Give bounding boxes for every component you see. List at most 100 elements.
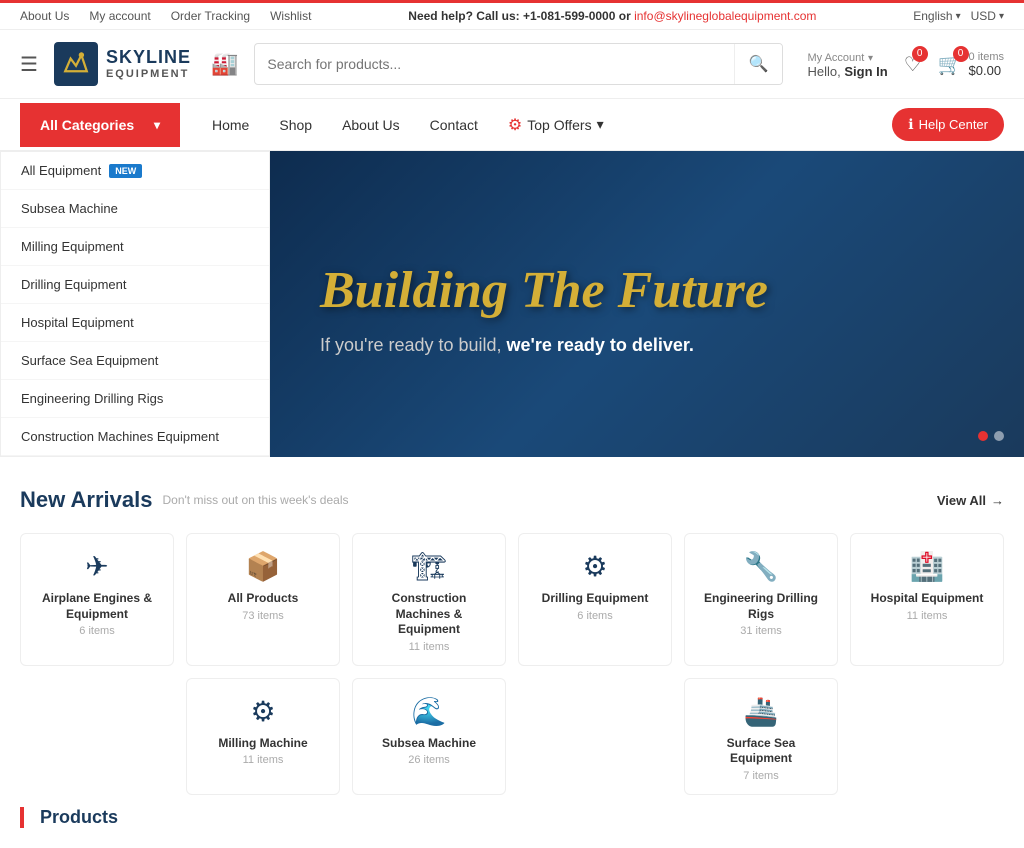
category-item-all-equipment[interactable]: All Equipment NEW	[1, 152, 269, 190]
brand-name: SKYLINE	[106, 48, 191, 68]
brand-sub: EQUIPMENT	[106, 68, 191, 80]
card-hospital[interactable]: 🏥 Hospital Equipment 11 items	[850, 533, 1004, 666]
banner-subtitle: If you're ready to build, we're ready to…	[320, 335, 974, 356]
category-surface-sea-label: Surface Sea Equipment	[21, 353, 158, 368]
card-airplane-engines[interactable]: ✈ Airplane Engines & Equipment 6 items	[20, 533, 174, 666]
content-area: All Equipment NEW Subsea Machine Milling…	[0, 151, 1024, 457]
card-construction[interactable]: 🏗 Construction Machines & Equipment 11 i…	[352, 533, 506, 666]
construction-icon: 🏗	[363, 550, 495, 583]
card-title-drilling: Drilling Equipment	[529, 591, 661, 607]
category-item-milling[interactable]: Milling Equipment	[1, 228, 269, 266]
help-center-button[interactable]: ℹ Help Center	[892, 108, 1004, 141]
top-bar: About Us My account Order Tracking Wishl…	[0, 3, 1024, 30]
currency-selector[interactable]: USD	[971, 9, 1004, 23]
view-all-arrow: →	[991, 493, 1004, 508]
card-title-surface-sea: Surface Sea Equipment	[695, 736, 827, 767]
category-item-hospital[interactable]: Hospital Equipment	[1, 304, 269, 342]
all-categories-button[interactable]: All Categories ▾	[20, 103, 180, 147]
category-hospital-label: Hospital Equipment	[21, 315, 134, 330]
hamburger-menu[interactable]: ☰	[20, 52, 38, 77]
cart-button[interactable]: 🛒 0 0 items $0.00	[938, 51, 1004, 78]
nav-about[interactable]: About Us	[330, 103, 412, 147]
card-count-engineering: 31 items	[695, 625, 827, 637]
nav-shop[interactable]: Shop	[267, 103, 324, 147]
category-cards-row2: ⚙ Milling Machine 11 items 🌊 Subsea Mach…	[20, 678, 1004, 795]
main-nav: Home Shop About Us Contact ⚙ Top Offers …	[180, 101, 892, 149]
hello-label: Hello,	[807, 64, 840, 79]
my-account-link[interactable]: My account	[89, 9, 150, 23]
card-count-airplane: 6 items	[31, 625, 163, 637]
new-badge: NEW	[109, 164, 142, 178]
category-item-engineering-drilling[interactable]: Engineering Drilling Rigs	[1, 380, 269, 418]
order-tracking-link[interactable]: Order Tracking	[171, 9, 250, 23]
all-categories-label: All Categories	[40, 117, 134, 133]
about-us-link[interactable]: About Us	[20, 9, 69, 23]
search-button[interactable]: 🔍	[734, 43, 783, 85]
banner-title: Building The Future	[320, 262, 974, 319]
card-count-milling: 11 items	[197, 754, 329, 766]
category-item-construction[interactable]: Construction Machines Equipment	[1, 418, 269, 456]
logo-icon	[54, 42, 98, 86]
view-all-button[interactable]: View All →	[937, 493, 1004, 508]
language-selector[interactable]: English	[913, 9, 960, 23]
wishlist-button[interactable]: ♡ 0	[904, 52, 922, 77]
cart-icon-wrap: 🛒 0	[938, 52, 963, 77]
search-input[interactable]	[255, 56, 733, 72]
surface-sea-icon: 🚢	[695, 695, 827, 728]
category-item-surface-sea[interactable]: Surface Sea Equipment	[1, 342, 269, 380]
banner-dot-1[interactable]	[978, 431, 988, 441]
card-count-hospital: 11 items	[861, 610, 993, 622]
category-item-subsea[interactable]: Subsea Machine	[1, 190, 269, 228]
top-offers-arrow: ▾	[597, 116, 604, 133]
sign-in-link[interactable]: Sign In	[844, 64, 887, 79]
category-construction-label: Construction Machines Equipment	[21, 429, 219, 444]
new-arrivals-title: New Arrivals	[20, 487, 152, 513]
my-account-section[interactable]: My Account ▾ Hello, Sign In	[807, 49, 887, 79]
nav-top-offers[interactable]: ⚙ Top Offers ▾	[496, 101, 616, 149]
card-subsea[interactable]: 🌊 Subsea Machine 26 items	[352, 678, 506, 795]
my-account-label: My Account	[807, 52, 864, 64]
drilling-icon: ⚙	[529, 550, 661, 583]
warehouse-icon[interactable]: 🏭	[211, 51, 238, 77]
logo[interactable]: SKYLINE EQUIPMENT	[54, 42, 191, 86]
card-count-all-products: 73 items	[197, 610, 329, 622]
contact-info: Need help? Call us: +1-081-599-0000 or i…	[408, 9, 816, 23]
products-label: Products	[40, 807, 118, 827]
card-all-products[interactable]: 📦 All Products 73 items	[186, 533, 340, 666]
search-bar: 🔍	[254, 43, 783, 85]
nav-bar: All Categories ▾ Home Shop About Us Cont…	[0, 99, 1024, 151]
products-icon: 📦	[197, 550, 329, 583]
category-item-drilling[interactable]: Drilling Equipment	[1, 266, 269, 304]
currency-label: USD	[971, 9, 996, 23]
logo-text: SKYLINE EQUIPMENT	[106, 48, 191, 80]
cart-total: 0 items $0.00	[969, 51, 1004, 78]
card-count-surface-sea: 7 items	[695, 770, 827, 782]
section-title-wrap: New Arrivals Don't miss out on this week…	[20, 487, 348, 513]
card-count-drilling: 6 items	[529, 610, 661, 622]
nav-contact[interactable]: Contact	[418, 103, 490, 147]
cart-items-label: 0 items	[969, 51, 1004, 63]
products-section: Products	[20, 807, 1004, 828]
banner-dot-2[interactable]	[994, 431, 1004, 441]
wishlist-link[interactable]: Wishlist	[270, 9, 311, 23]
milling-icon: ⚙	[197, 695, 329, 728]
phone-number: +1-081-599-0000	[523, 9, 615, 23]
card-surface-sea[interactable]: 🚢 Surface Sea Equipment 7 items	[684, 678, 838, 795]
card-engineering-drilling[interactable]: 🔧 Engineering Drilling Rigs 31 items	[684, 533, 838, 666]
new-arrivals-subtitle: Don't miss out on this week's deals	[162, 493, 348, 507]
language-label: English	[913, 9, 952, 23]
card-milling[interactable]: ⚙ Milling Machine 11 items	[186, 678, 340, 795]
airplane-icon: ✈	[31, 550, 163, 583]
card-title-construction: Construction Machines & Equipment	[363, 591, 495, 638]
email-link[interactable]: info@skylineglobalequipment.com	[634, 9, 816, 23]
banner-title-text: Building The Future	[320, 262, 768, 319]
card-drilling[interactable]: ⚙ Drilling Equipment 6 items	[518, 533, 672, 666]
cart-badge: 0	[953, 46, 969, 62]
category-dropdown: All Equipment NEW Subsea Machine Milling…	[0, 151, 270, 457]
banner-subtitle-text: If you're ready to build,	[320, 335, 507, 355]
or-text: or	[619, 9, 634, 23]
new-arrivals-section: New Arrivals Don't miss out on this week…	[0, 457, 1024, 848]
my-account-info: My Account ▾ Hello, Sign In	[807, 49, 887, 79]
nav-home[interactable]: Home	[200, 103, 261, 147]
view-all-label: View All	[937, 493, 986, 508]
